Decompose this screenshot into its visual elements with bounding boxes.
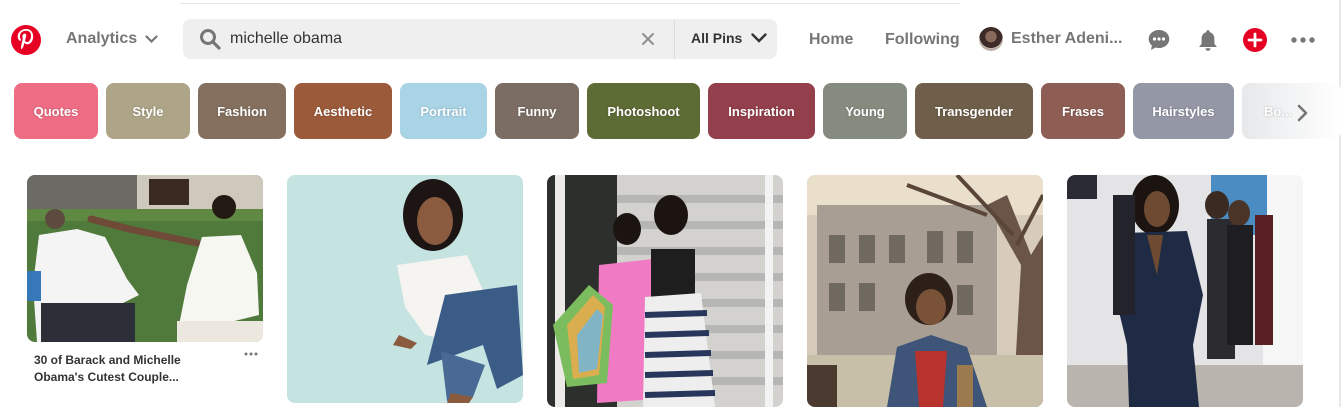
chip-label: Inspiration	[728, 103, 795, 119]
user-name: Esther Adeni...	[1011, 30, 1123, 47]
pin-image	[27, 175, 263, 342]
chip-inspiration[interactable]: Inspiration	[708, 83, 815, 139]
analytics-label: Analytics	[66, 30, 138, 47]
pinterest-logo[interactable]	[11, 25, 41, 55]
nav-home[interactable]: Home	[809, 31, 853, 49]
pin-image	[1067, 175, 1303, 407]
search-scope-dropdown[interactable]: All Pins	[691, 30, 768, 46]
bell-icon[interactable]	[1196, 28, 1220, 52]
search-icon	[200, 29, 221, 50]
chip-aesthetic[interactable]: Aesthetic	[294, 83, 392, 139]
pinterest-p-icon	[17, 29, 34, 50]
clear-icon[interactable]	[638, 29, 658, 49]
chip-photoshoot[interactable]: Photoshoot	[587, 83, 700, 139]
chip-label: Aesthetic	[313, 103, 373, 119]
plus-icon[interactable]	[1243, 28, 1267, 52]
more-icon[interactable]	[243, 349, 259, 359]
chevron-right-icon[interactable]	[1290, 101, 1314, 125]
search-divider	[674, 19, 675, 59]
search-scope-label: All Pins	[691, 30, 743, 46]
pin-image	[287, 175, 523, 403]
pin-card-portrait[interactable]	[287, 175, 523, 403]
chip-label: Fashion	[217, 103, 267, 119]
chip-funny[interactable]: Funny	[495, 83, 579, 139]
chip-label: Photoshoot	[607, 103, 680, 119]
pin-card-event[interactable]	[1067, 175, 1303, 407]
chip-young[interactable]: Young	[823, 83, 907, 139]
analytics-menu[interactable]: Analytics	[66, 30, 158, 48]
chip-label: Frases	[1062, 103, 1104, 119]
pin-card-campus[interactable]	[807, 175, 1043, 407]
pin-image	[547, 175, 783, 407]
chat-icon[interactable]	[1147, 28, 1171, 52]
chevron-down-icon	[751, 33, 768, 43]
search-input[interactable]	[230, 27, 610, 51]
chip-label: Style	[132, 103, 164, 119]
search-bar: All Pins	[183, 19, 777, 59]
chip-hairstyles[interactable]: Hairstyles	[1133, 83, 1234, 139]
chevron-down-icon	[145, 34, 158, 43]
more-icon[interactable]	[1290, 34, 1316, 46]
chip-transgender[interactable]: Transgender	[915, 83, 1033, 139]
top-header: Analytics All Pins Home Following Esther…	[0, 0, 1341, 80]
pin-card-obama-couple[interactable]	[27, 175, 263, 342]
pin-card-stairs[interactable]	[547, 175, 783, 407]
chip-label: Funny	[517, 103, 557, 119]
pin-image	[807, 175, 1043, 407]
chip-label: Portrait	[420, 103, 467, 119]
chip-label: Bo...	[1264, 103, 1293, 119]
chip-style[interactable]: Style	[106, 83, 190, 139]
chip-quotes[interactable]: Quotes	[14, 83, 98, 139]
chip-frases[interactable]: Frases	[1041, 83, 1125, 139]
chip-portrait[interactable]: Portrait	[400, 83, 487, 139]
category-chips: Quotes Style Fashion Aesthetic Portrait …	[0, 83, 1341, 140]
chip-label: Hairstyles	[1152, 103, 1215, 119]
pin-title[interactable]: 30 of Barack and Michelle Obama's Cutest…	[34, 352, 224, 386]
avatar	[979, 27, 1003, 51]
chip-fashion[interactable]: Fashion	[198, 83, 286, 139]
nav-following[interactable]: Following	[885, 31, 960, 49]
chip-label: Transgender	[934, 103, 1014, 119]
chip-label: Young	[845, 103, 885, 119]
user-profile-link[interactable]: Esther Adeni...	[979, 27, 1122, 51]
chip-label: Quotes	[33, 103, 79, 119]
